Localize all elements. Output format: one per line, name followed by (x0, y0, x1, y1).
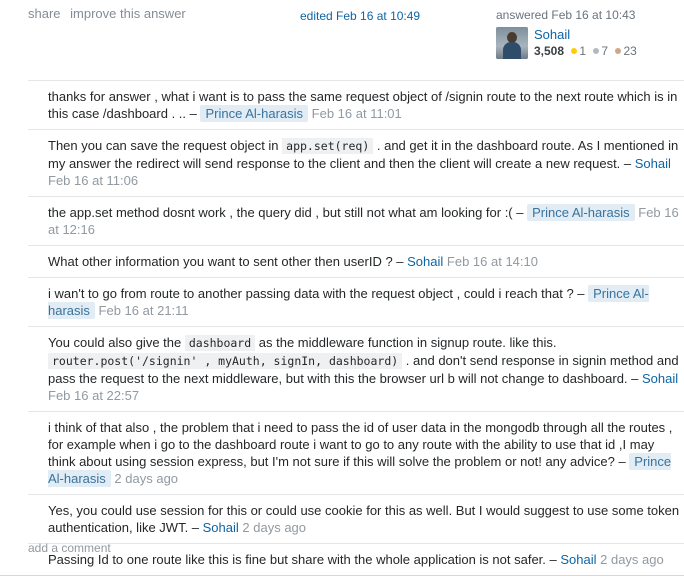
bronze-badge-count: 23 (623, 44, 637, 58)
silver-badge-icon (593, 48, 600, 55)
comment-text: i wan't to go from route to another pass… (48, 286, 578, 301)
comment-separator: – (396, 254, 408, 269)
comment-text: Yes, you could use session for this or c… (48, 503, 680, 535)
comment-author-link[interactable]: Sohail (407, 254, 443, 269)
edited-timestamp-link[interactable]: edited Feb 16 at 10:49 (300, 9, 420, 23)
comment-date[interactable]: Feb 16 at 21:11 (99, 303, 189, 318)
silver-badge-count: 7 (601, 44, 609, 58)
comment-text: Then you can save the request object in (48, 138, 283, 153)
improve-answer-link[interactable]: improve this answer (70, 6, 186, 21)
comment-separator: – (577, 286, 589, 301)
share-link[interactable]: share (28, 6, 61, 21)
comment-separator: – (516, 205, 528, 220)
comment-date[interactable]: 2 days ago (242, 520, 306, 535)
comment-author-link[interactable]: Prince Al-harasis (200, 105, 309, 122)
comments-list: thanks for answer , what i want is to pa… (28, 80, 684, 576)
comment: the app.set method dosnt work , the quer… (28, 197, 684, 246)
comment-date[interactable]: 2 days ago (600, 552, 664, 567)
comment: i think of that also , the problem that … (28, 412, 684, 495)
comment-author-link[interactable]: Sohail (560, 552, 596, 567)
comment-separator: – (623, 156, 635, 171)
reputation-score: 3,508 (534, 44, 565, 58)
add-comment-link[interactable]: add a comment (28, 541, 111, 555)
comment-author-link[interactable]: Prince Al-harasis (527, 204, 635, 221)
comment-separator: – (618, 454, 630, 469)
post-menu: share improve this answer (28, 6, 192, 21)
comment-date[interactable]: Feb 16 at 11:01 (312, 106, 402, 121)
inline-code: dashboard (184, 335, 256, 351)
comment-author-link[interactable]: Sohail (635, 156, 671, 171)
comment-separator: – (191, 520, 203, 535)
avatar[interactable] (496, 27, 528, 59)
comment: Passing Id to one route like this is fin… (28, 544, 684, 576)
comment-text: as the middleware function in signup rou… (255, 335, 557, 350)
inline-code: app.set(req) (282, 138, 374, 154)
user-card: answered Feb 16 at 10:43 Sohail 3,508 1 … (496, 8, 676, 59)
gold-badge-icon (571, 48, 578, 55)
comment: What other information you want to sent … (28, 246, 684, 278)
comment-date[interactable]: 2 days ago (114, 471, 178, 486)
comment-separator: – (549, 552, 561, 567)
inline-code: router.post('/signin' , myAuth, signIn, … (48, 353, 403, 369)
comment: Yes, you could use session for this or c… (28, 495, 684, 544)
comment-separator: – (189, 106, 201, 121)
comment-text: What other information you want to sent … (48, 254, 397, 269)
comment: i wan't to go from route to another pass… (28, 278, 684, 327)
comment-date[interactable]: Feb 16 at 22:57 (48, 388, 139, 403)
comment-date[interactable]: Feb 16 at 11:06 (48, 173, 138, 188)
divider (0, 575, 684, 576)
comment-text: the app.set method dosnt work , the quer… (48, 205, 517, 220)
comment-author-link[interactable]: Sohail (642, 371, 678, 386)
comment-text: i think of that also , the problem that … (48, 420, 673, 469)
comment-separator: – (631, 371, 643, 386)
answered-time: answered Feb 16 at 10:43 (496, 8, 636, 22)
comment-text: Passing Id to one route like this is fin… (48, 552, 550, 567)
user-name-link[interactable]: Sohail (534, 27, 637, 42)
comment: thanks for answer , what i want is to pa… (28, 81, 684, 130)
gold-badge-count: 1 (579, 44, 587, 58)
comment: You could also give the dashboard as the… (28, 327, 684, 412)
comment-text: You could also give the (48, 335, 185, 350)
comment-date[interactable]: Feb 16 at 14:10 (447, 254, 538, 269)
comment-author-link[interactable]: Sohail (203, 520, 239, 535)
user-reputation: 3,508 1 7 23 (534, 44, 637, 58)
comment: Then you can save the request object in … (28, 130, 684, 197)
bronze-badge-icon (615, 48, 622, 55)
